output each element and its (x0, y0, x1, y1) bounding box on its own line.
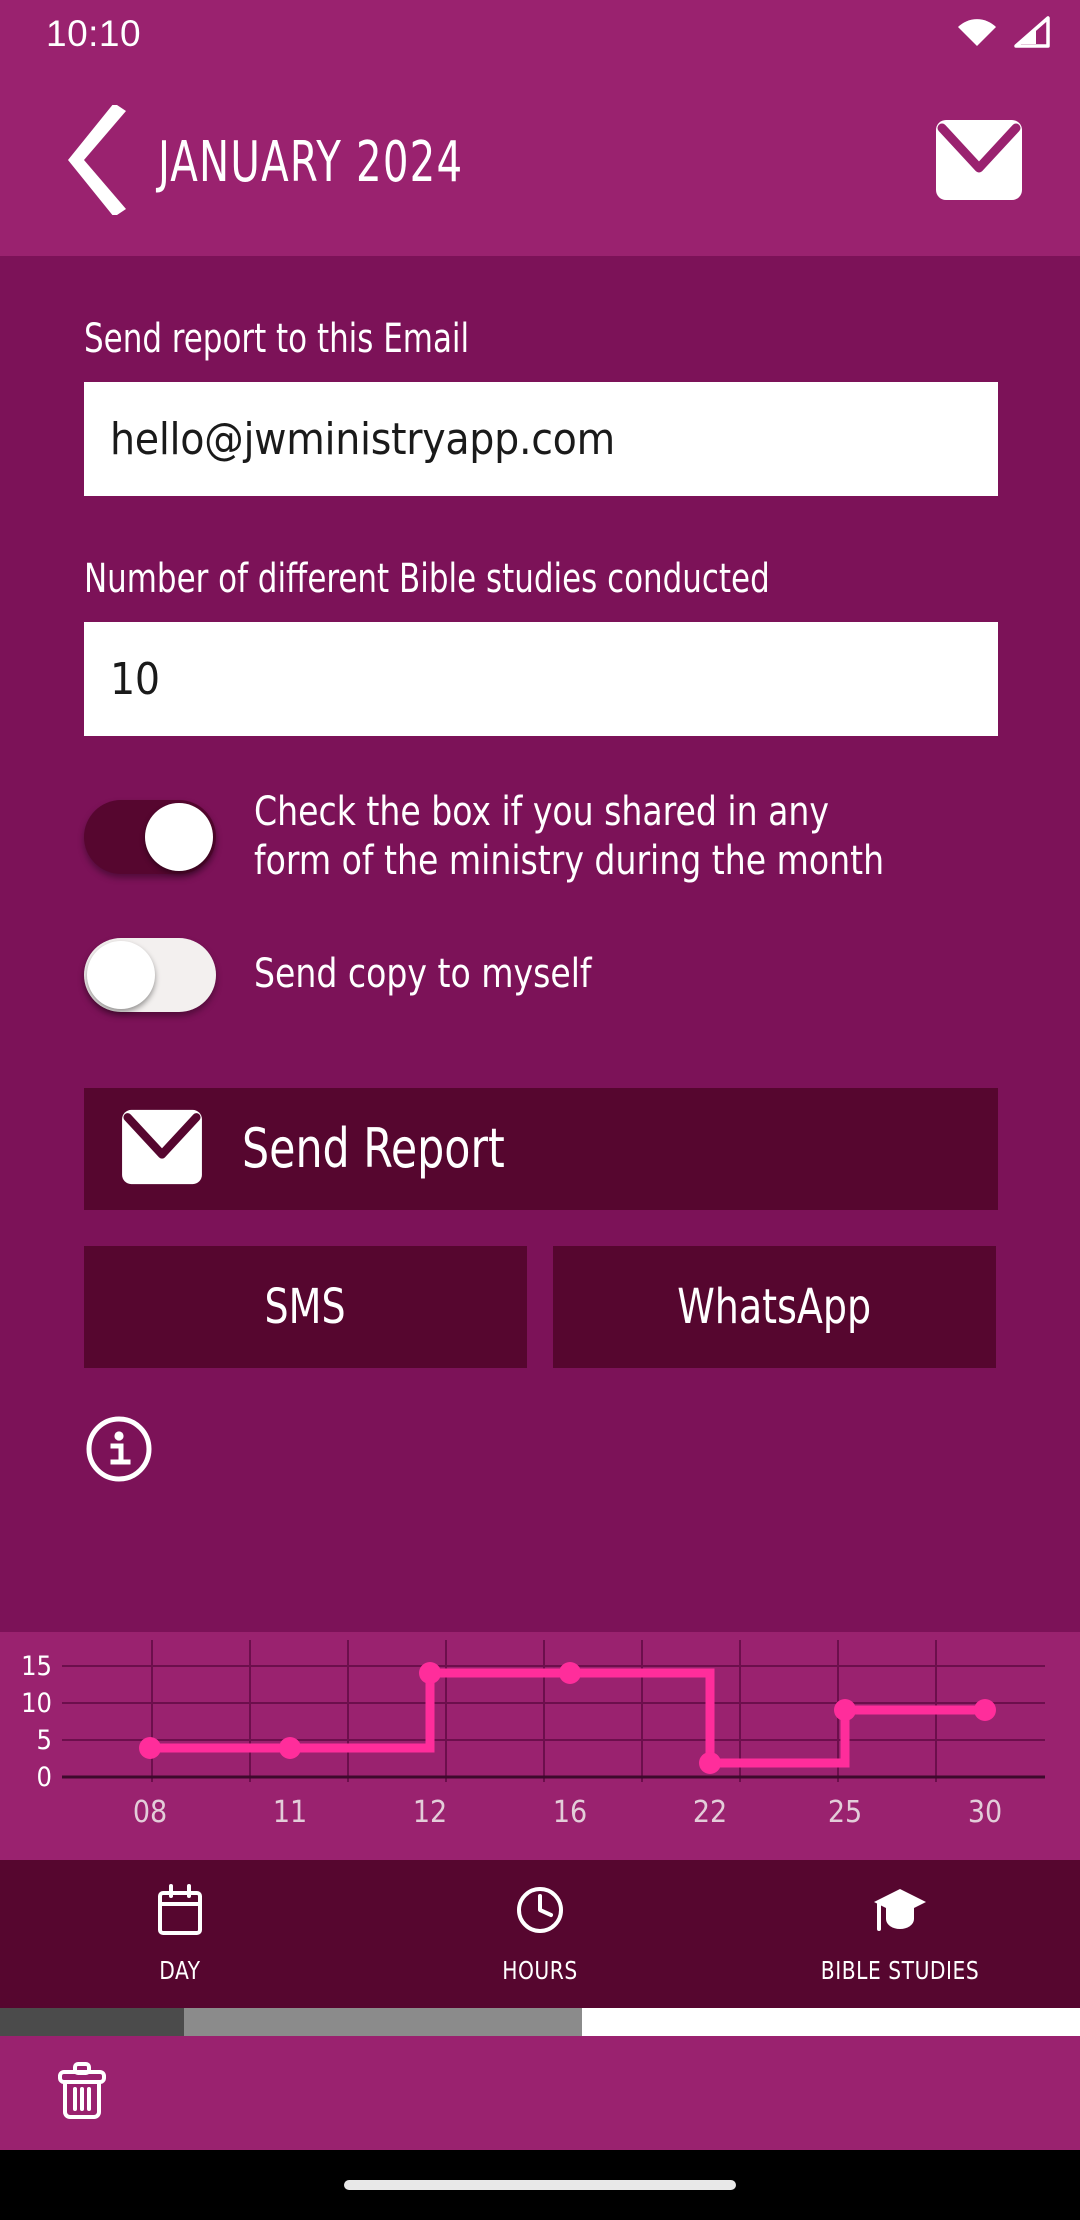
home-gesture-pill[interactable] (344, 2180, 736, 2190)
svg-text:08: 08 (133, 1795, 167, 1830)
svg-text:16: 16 (553, 1795, 587, 1830)
bottom-tab-bar: DAY HOURS BIBLE STUDIES (0, 1860, 1080, 2008)
whatsapp-label: WhatsApp (678, 1279, 872, 1335)
indicator-segment-3 (582, 2008, 1080, 2036)
toggle-knob (87, 941, 155, 1009)
status-bar: 10:10 (0, 0, 1080, 68)
mail-button[interactable] (934, 118, 1024, 207)
send-report-button[interactable]: Send Report (84, 1088, 998, 1210)
chevron-left-icon (60, 105, 134, 220)
trash-icon[interactable] (54, 2060, 110, 2127)
bible-studies-chart: 15 10 5 0 08 11 12 16 22 25 30 (0, 1632, 1080, 1860)
shared-in-ministry-toggle[interactable] (84, 800, 216, 874)
chart-series-line (150, 1673, 985, 1763)
send-report-label: Send Report (242, 1117, 505, 1180)
shared-in-ministry-row[interactable]: Check the box if you shared in any form … (84, 788, 996, 886)
email-field-label: Send report to this Email (84, 316, 868, 362)
toggle-knob (145, 803, 213, 871)
tab-day-label: DAY (159, 1956, 200, 1985)
cellular-signal-icon (1014, 16, 1052, 53)
clock-icon (513, 1883, 567, 1942)
svg-text:25: 25 (828, 1795, 862, 1830)
page-title: JANUARY 2024 (158, 130, 463, 195)
status-bar-icons (956, 16, 1052, 53)
tab-bible-studies[interactable]: BIBLE STUDIES (720, 1860, 1080, 2008)
bible-studies-input[interactable] (84, 622, 998, 736)
tab-hours-label: HOURS (502, 1956, 578, 1985)
svg-text:22: 22 (693, 1795, 727, 1830)
status-bar-clock: 10:10 (46, 13, 141, 55)
system-navigation-bar (0, 2150, 1080, 2220)
svg-text:5: 5 (37, 1725, 52, 1756)
calendar-icon (155, 1883, 205, 1942)
wifi-icon (956, 16, 998, 53)
svg-text:30: 30 (968, 1795, 1002, 1830)
info-button[interactable] (84, 1414, 154, 1484)
envelope-icon (934, 118, 1024, 207)
graduation-cap-icon (870, 1883, 930, 1942)
svg-text:12: 12 (413, 1795, 447, 1830)
share-buttons: SMS WhatsApp (84, 1246, 996, 1368)
chart-x-tick-labels: 08 11 12 16 22 25 30 (133, 1795, 1002, 1830)
chart-data-points (139, 1662, 996, 1774)
sms-button[interactable]: SMS (84, 1246, 527, 1368)
info-circle-icon (84, 1414, 154, 1484)
send-copy-label: Send copy to myself (254, 950, 592, 999)
bible-studies-field-label: Number of different Bible studies conduc… (84, 556, 868, 602)
tab-scroll-indicator[interactable] (0, 2008, 1080, 2036)
chart-svg: 15 10 5 0 08 11 12 16 22 25 30 (0, 1632, 1080, 1860)
svg-text:10: 10 (21, 1688, 52, 1719)
report-form: Send report to this Email Number of diff… (0, 256, 1080, 1632)
tab-hours[interactable]: HOURS (360, 1860, 720, 2008)
back-button[interactable] (42, 105, 152, 220)
send-copy-toggle[interactable] (84, 938, 216, 1012)
chart-y-tick-labels: 15 10 5 0 (21, 1651, 52, 1793)
svg-text:11: 11 (273, 1795, 307, 1830)
app-bar: JANUARY 2024 (0, 68, 1080, 256)
sms-label: SMS (265, 1279, 346, 1335)
whatsapp-button[interactable]: WhatsApp (553, 1246, 996, 1368)
tab-day[interactable]: DAY (0, 1860, 360, 2008)
svg-text:15: 15 (21, 1651, 52, 1682)
email-input[interactable] (84, 382, 998, 496)
send-copy-row[interactable]: Send copy to myself (84, 938, 996, 1012)
indicator-segment-1 (0, 2008, 184, 2036)
app-screen: 10:10 JANUARY 2024 (0, 0, 1080, 2220)
svg-text:0: 0 (37, 1762, 52, 1793)
tab-bible-studies-label: BIBLE STUDIES (821, 1956, 979, 1985)
indicator-segment-2 (184, 2008, 582, 2036)
shared-in-ministry-label: Check the box if you shared in any form … (254, 788, 889, 886)
envelope-icon (120, 1108, 204, 1189)
delete-bar (0, 2036, 1080, 2150)
